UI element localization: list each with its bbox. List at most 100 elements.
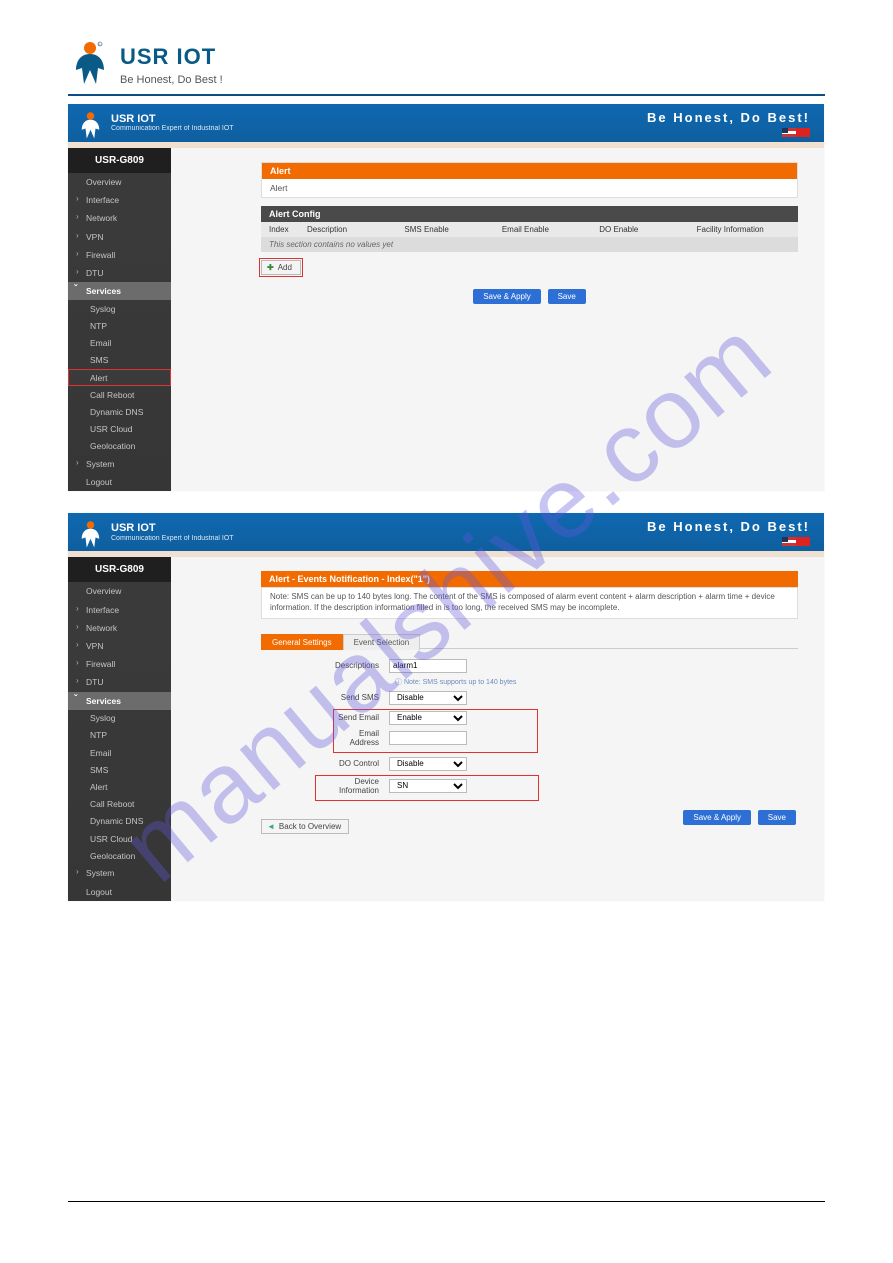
col-do-enable: DO Enable [599,225,692,234]
col-sms-enable: SMS Enable [404,225,497,234]
banner-slogan: Be Honest, Do Best! [647,519,810,534]
nav-interface[interactable]: Interface [68,601,171,619]
banner-accent-strip [68,142,824,148]
app-banner: USR IOT Communication Expert of Industri… [68,513,824,551]
nav-ntp[interactable]: NTP [68,727,171,744]
banner-subtitle: Communication Expert of Industrial IOT [111,535,234,543]
nav-firewall[interactable]: Firewall [68,655,171,673]
nav-callreboot[interactable]: Call Reboot [68,386,171,403]
content-area: Alert - Events Notification - Index("1")… [171,557,824,900]
nav-logout[interactable]: Logout [68,473,171,491]
back-to-overview-button[interactable]: ◄ Back to Overview [261,819,349,834]
banner-subtitle: Communication Expert of Industrial IOT [111,125,234,133]
nav-interface[interactable]: Interface [68,191,171,209]
nav-geolocation[interactable]: Geolocation [68,847,171,864]
logo-icon: ® [70,40,110,86]
nav-overview[interactable]: Overview [68,173,171,191]
tabs: General Settings Event Selection [261,633,798,649]
device-info-select[interactable]: SN [389,779,467,793]
device-info-highlight: Device Information SN [315,775,539,801]
email-address-input[interactable] [389,731,467,745]
add-button[interactable]: ✚ Add [261,260,301,275]
sidebar: USR-G809 Overview Interface Network VPN … [68,148,171,491]
alert-config-header: Alert Config [261,206,798,222]
content-area: Alert Alert Alert Config Index Descripti… [171,148,824,491]
send-email-select[interactable]: Enable [389,711,467,725]
col-description: Description [307,225,400,234]
app-banner: USR IOT Communication Expert of Industri… [68,104,824,142]
back-to-overview-label: Back to Overview [279,822,341,831]
page-logo: ® USR IOT Be Honest, Do Best ! [70,40,893,86]
table-head-row: Index Description SMS Enable Email Enabl… [261,222,798,237]
nav-dtu[interactable]: DTU [68,264,171,282]
screenshot-alert-config: USR IOT Communication Expert of Industri… [68,104,824,491]
tab-event-selection[interactable]: Event Selection [343,634,421,650]
send-email-label: Send Email [333,713,389,722]
banner-accent-strip [68,551,824,557]
col-index: Index [269,225,303,234]
add-button-label: Add [278,263,292,272]
nav-firewall[interactable]: Firewall [68,246,171,264]
nav-alert[interactable]: Alert [68,778,171,795]
banner-logo-icon [78,520,103,545]
nav-services[interactable]: Services [68,282,171,300]
nav-vpn[interactable]: VPN [68,228,171,246]
flag-us-icon[interactable] [782,537,796,546]
save-apply-button[interactable]: Save & Apply [473,289,541,304]
email-address-label: Email Address [333,729,389,747]
banner-brand: USR IOT [111,522,234,534]
flag-cn-icon[interactable] [796,128,810,137]
nav-callreboot[interactable]: Call Reboot [68,796,171,813]
nav-system[interactable]: System [68,455,171,473]
save-apply-button[interactable]: Save & Apply [683,810,751,825]
nav-dtu[interactable]: DTU [68,673,171,691]
nav-vpn[interactable]: VPN [68,637,171,655]
send-sms-label: Send SMS [261,693,389,702]
footer-rule [68,1201,825,1202]
event-panel-title: Alert - Events Notification - Index("1") [261,571,798,587]
nav-sms[interactable]: SMS [68,761,171,778]
banner-slogan: Be Honest, Do Best! [647,110,810,125]
nav-geolocation[interactable]: Geolocation [68,438,171,455]
device-title: USR-G809 [68,557,171,582]
nav-system[interactable]: System [68,864,171,882]
flag-cn-icon[interactable] [796,537,810,546]
descriptions-input[interactable] [389,659,467,673]
plus-icon: ✚ [267,263,274,272]
tab-general-settings[interactable]: General Settings [261,634,343,650]
nav-alert[interactable]: Alert [68,369,171,386]
nav-syslog[interactable]: Syslog [68,300,171,317]
sidebar: USR-G809 Overview Interface Network VPN … [68,557,171,900]
nav-dyndns[interactable]: Dynamic DNS [68,403,171,420]
flag-us-icon[interactable] [782,128,796,137]
alert-panel-title: Alert [262,163,797,179]
email-group-highlight: Send Email Enable Email Address [333,709,538,753]
descriptions-label: Descriptions [261,661,389,670]
save-button[interactable]: Save [548,289,586,304]
nav-sms[interactable]: SMS [68,352,171,369]
page-logo-slogan: Be Honest, Do Best ! [120,74,223,86]
page-logo-brand: USR IOT [120,44,223,70]
alert-panel: Alert Alert [261,162,798,198]
banner-brand: USR IOT [111,113,234,125]
send-sms-select[interactable]: Disable [389,691,467,705]
do-control-select[interactable]: Disable [389,757,467,771]
nav-dyndns[interactable]: Dynamic DNS [68,813,171,830]
nav-email[interactable]: Email [68,744,171,761]
do-control-label: DO Control [261,759,389,768]
screenshot-alert-event: USR IOT Communication Expert of Industri… [68,513,824,900]
save-button[interactable]: Save [758,810,796,825]
nav-email[interactable]: Email [68,335,171,352]
nav-network[interactable]: Network [68,209,171,227]
descriptions-hint: Note: SMS supports up to 140 bytes [395,677,516,687]
nav-overview[interactable]: Overview [68,582,171,600]
nav-logout[interactable]: Logout [68,883,171,901]
nav-network[interactable]: Network [68,619,171,637]
alert-panel-desc: Alert [262,179,797,197]
header-rule [68,94,825,96]
nav-usrcloud[interactable]: USR Cloud [68,830,171,847]
nav-usrcloud[interactable]: USR Cloud [68,421,171,438]
nav-syslog[interactable]: Syslog [68,710,171,727]
nav-services[interactable]: Services [68,692,171,710]
nav-ntp[interactable]: NTP [68,318,171,335]
